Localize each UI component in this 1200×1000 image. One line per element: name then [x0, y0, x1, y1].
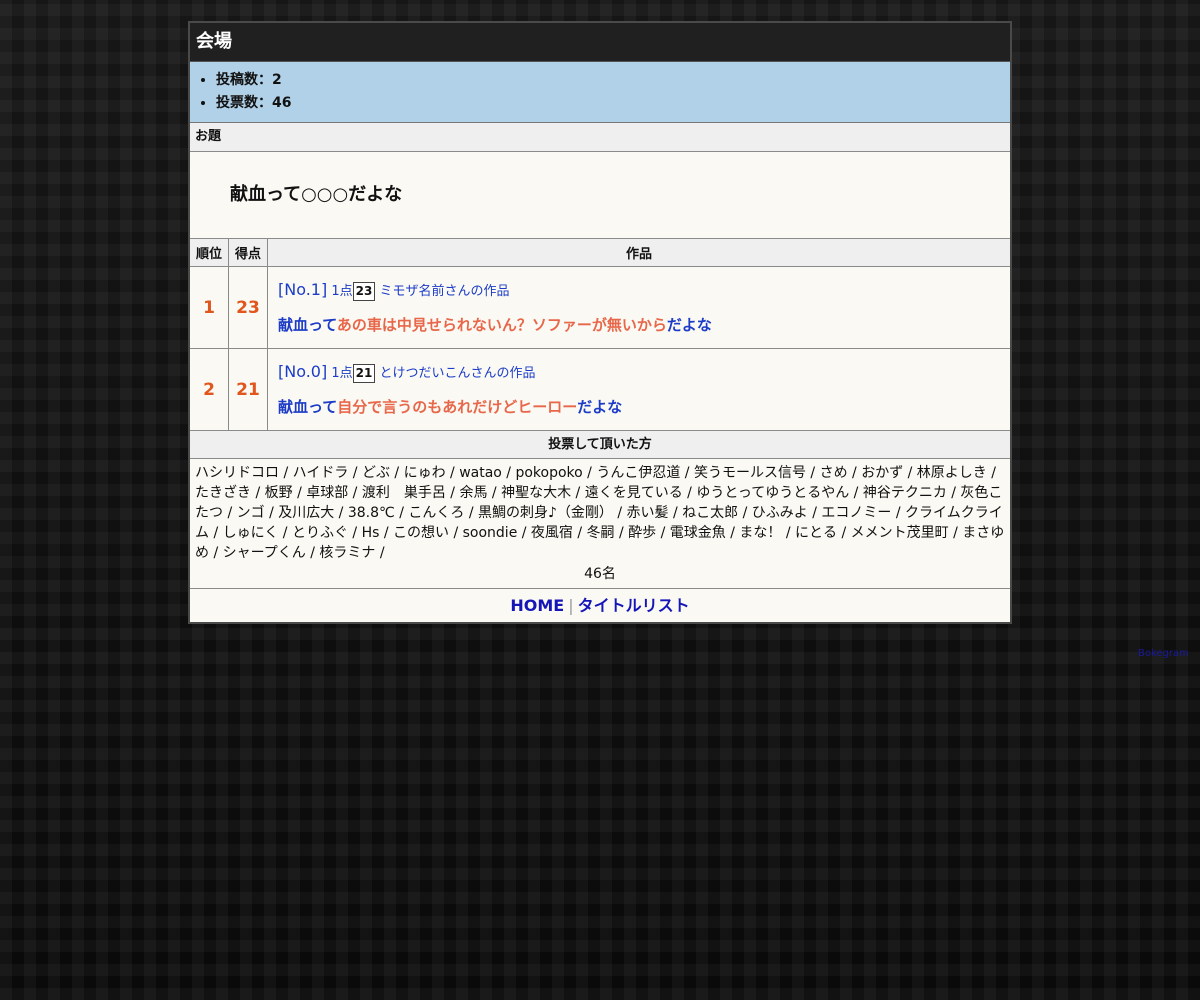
footer-nav: HOME | タイトルリスト: [190, 589, 1010, 622]
vote-count: 投票数：46: [216, 92, 1010, 115]
post-count: 投稿数：2: [216, 69, 1010, 92]
hall-title: 会場: [190, 23, 1010, 62]
vote-count-box: 23: [352, 282, 376, 301]
entry-answer: あの車は中見せられないん？ソファーが無いから: [336, 316, 667, 334]
voters-header: 投票して頂いた方: [190, 431, 1010, 459]
entry-suffix: だよな: [577, 398, 623, 416]
voters-list: ハシリドコロ / ハイドラ / どぶ / にゅわ / watao / pokop…: [195, 465, 1005, 561]
theme-header: お題: [190, 123, 1010, 152]
score-cell: 23: [228, 266, 268, 349]
hall-panel: 会場 投稿数：2 投票数：46 お題 献血って○○○だよな 順位 得点 作品 1…: [188, 21, 1012, 624]
entry-points-label: 1点: [331, 366, 353, 381]
ranking-table: 順位 得点 作品 1 23 [No.1] 1点 23 ミモザ名前さんの作品 献血っ…: [190, 239, 1010, 431]
entry-cell: [No.1] 1点 23 ミモザ名前さんの作品 献血ってあの車は中見せられないん？…: [267, 266, 1010, 349]
entry-text: 献血って自分で言うのもあれだけどヒーローだよな: [278, 396, 1010, 417]
stats-list: 投稿数：2 投票数：46: [190, 62, 1010, 123]
home-link[interactable]: HOME: [510, 596, 564, 615]
table-row: 2 21 [No.0] 1点 21 とけつだいこんさんの作品 献血って自分で言うの…: [190, 348, 1010, 431]
credit-link[interactable]: Bokegram: [1138, 648, 1189, 659]
header-rank: 順位: [190, 239, 229, 267]
entry-cell: [No.0] 1点 21 とけつだいこんさんの作品 献血って自分で言うのもあれだけ…: [267, 348, 1010, 431]
entry-prefix: 献血って: [278, 316, 337, 334]
ranking-header-row: 順位 得点 作品: [190, 239, 1010, 267]
entry-suffix: だよな: [666, 316, 712, 334]
entry-points-label: 1点: [331, 284, 353, 299]
entry-meta: [No.1] 1点 23 ミモザ名前さんの作品: [278, 280, 1010, 302]
vote-count-box: 21: [352, 364, 376, 383]
table-row: 1 23 [No.1] 1点 23 ミモザ名前さんの作品 献血ってあの車は中見せら…: [190, 266, 1010, 349]
header-entry: 作品: [267, 239, 1010, 267]
entry-author-link[interactable]: ミモザ名前さんの作品: [380, 284, 510, 299]
score-cell: 21: [228, 348, 268, 431]
voters-count: 46名: [190, 563, 1010, 589]
title-list-link[interactable]: タイトルリスト: [578, 596, 690, 615]
theme-text: 献血って○○○だよな: [190, 152, 1010, 239]
nav-separator: |: [568, 596, 574, 615]
entry-number[interactable]: [No.1]: [278, 280, 327, 299]
entry-meta: [No.0] 1点 21 とけつだいこんさんの作品: [278, 362, 1010, 384]
entry-author-link[interactable]: とけつだいこんさんの作品: [380, 366, 536, 381]
rank-cell: 2: [190, 348, 229, 431]
entry-number[interactable]: [No.0]: [278, 362, 327, 381]
header-score: 得点: [228, 239, 268, 267]
entry-prefix: 献血って: [278, 398, 338, 416]
rank-cell: 1: [190, 266, 229, 349]
entry-text: 献血ってあの車は中見せられないん？ソファーが無いからだよな: [278, 314, 1010, 335]
entry-answer: 自分で言うのもあれだけどヒーロー: [337, 398, 578, 416]
